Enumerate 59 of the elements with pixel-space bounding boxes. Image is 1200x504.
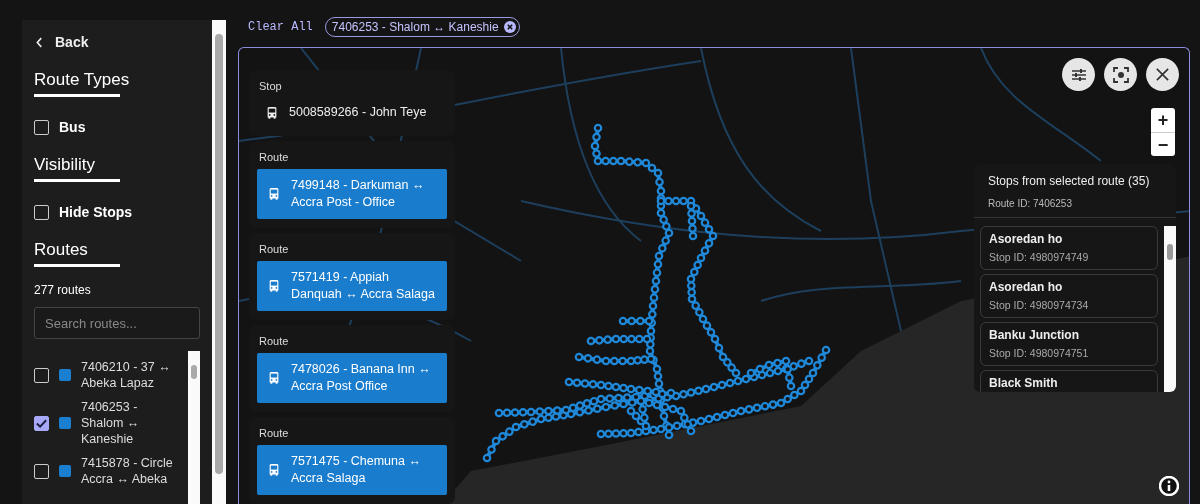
- checkbox[interactable]: [34, 204, 49, 220]
- card-heading: Route: [259, 151, 289, 163]
- bus-icon: [267, 279, 281, 293]
- route-label: 7406253 - Shalom ↔ Kaneshie: [81, 399, 141, 447]
- route-entry[interactable]: 7571475 - Chemuna ↔ Accra Salaga: [257, 445, 447, 495]
- option-label: Hide Stops: [59, 204, 133, 220]
- stop-entry[interactable]: 5008589266 - John Teye: [257, 98, 447, 127]
- checkbox[interactable]: [34, 415, 49, 431]
- close-icon: [1155, 67, 1170, 82]
- info-icon[interactable]: [1159, 476, 1179, 496]
- checkbox[interactable]: [34, 367, 49, 383]
- route-count: 277 routes: [34, 283, 91, 297]
- stop-item[interactable]: Banku Junction Stop ID: 4980974751: [980, 322, 1158, 366]
- stop-name: Asoredan ho: [989, 232, 1063, 246]
- focus-button[interactable]: [1104, 58, 1137, 91]
- panel-title: Stops from selected route (35): [988, 174, 1150, 188]
- stop-item[interactable]: Black Smith: [980, 370, 1158, 392]
- section-title: Visibility: [34, 155, 96, 175]
- search-field[interactable]: Search routes...: [34, 307, 200, 339]
- bus-icon: [265, 105, 279, 120]
- zoom-in-button[interactable]: +: [1151, 108, 1175, 132]
- section-title: Routes: [34, 240, 88, 260]
- section-title: Route Types: [34, 70, 130, 90]
- focus-icon: [1112, 66, 1129, 83]
- filter-settings-button[interactable]: [1062, 58, 1095, 91]
- scrollbar[interactable]: [212, 20, 226, 504]
- chevron-left-icon: [36, 36, 43, 48]
- bus-icon: [267, 463, 281, 477]
- bus-icon: [267, 187, 281, 201]
- back-button[interactable]: Back: [34, 34, 89, 50]
- scrollbar[interactable]: [1164, 226, 1176, 392]
- checkbox[interactable]: [34, 463, 49, 479]
- zoom-out-button[interactable]: −: [1151, 132, 1175, 156]
- stop-name: Banku Junction: [989, 328, 1079, 342]
- route-entry[interactable]: 7499148 - Darkuman ↔ Accra Post - Office: [257, 169, 447, 219]
- stop-id: Stop ID: 4980974734: [989, 299, 1089, 311]
- sliders-icon: [1070, 66, 1087, 83]
- card-heading: Stop: [259, 80, 282, 92]
- stop-name: Asoredan ho: [989, 280, 1063, 294]
- stop-item[interactable]: Asoredan ho Stop ID: 4980974749: [980, 226, 1158, 270]
- route-id-label: Route ID: 7406253: [988, 198, 1072, 209]
- stop-item[interactable]: Asoredan ho Stop ID: 4980974734: [980, 274, 1158, 318]
- close-button[interactable]: [1146, 58, 1179, 91]
- remove-icon[interactable]: [503, 21, 516, 33]
- card-heading: Route: [259, 243, 289, 255]
- checkbox[interactable]: [34, 119, 49, 135]
- card-heading: Route: [259, 427, 289, 439]
- stop-id: Stop ID: 4980974751: [989, 347, 1089, 359]
- stop-id: Stop ID: 4980974749: [989, 251, 1089, 263]
- option-label: Bus: [59, 119, 86, 135]
- route-label: 7406210 - 37 ↔ Abeka Lapaz: [81, 359, 172, 391]
- route-entry[interactable]: 7571419 - Appiah Danquah ↔ Accra Salaga: [257, 261, 447, 311]
- scrollbar[interactable]: [188, 351, 200, 504]
- bus-icon: [267, 371, 281, 385]
- stop-name: Black Smith: [989, 376, 1058, 390]
- route-entry[interactable]: 7478026 - Banana Inn ↔ Accra Post Office: [257, 353, 447, 403]
- card-heading: Route: [259, 335, 289, 347]
- clear-all-button[interactable]: Clear All: [248, 20, 313, 34]
- route-label: 7415878 - Circle Accra ↔ Abeka: [81, 455, 174, 487]
